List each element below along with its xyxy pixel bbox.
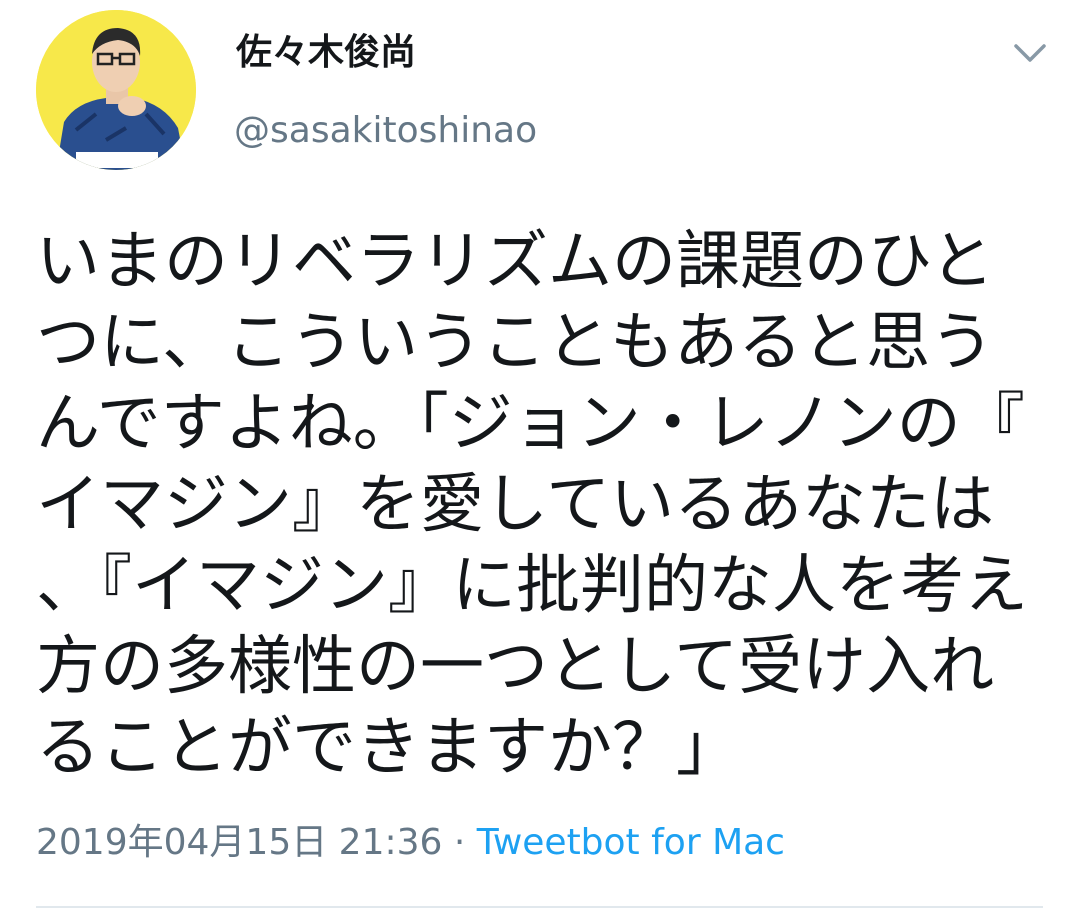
avatar[interactable] <box>36 10 196 170</box>
display-name[interactable]: 佐々木俊尚 <box>236 28 416 78</box>
chevron-down-icon[interactable] <box>1010 36 1050 68</box>
tweet-card: 佐々木俊尚 @sasakitoshinao いまのリベラリズムの課題のひとつに、… <box>0 0 1079 920</box>
tweet-timestamp[interactable]: 2019年04月15日 21:36 <box>36 822 442 863</box>
tweet-text: いまのリベラリズムの課題のひとつに、こういうこともあると思うんですよね。「ジョン… <box>36 225 1028 785</box>
tweet-meta: 2019年04月15日 21:36 · Tweetbot for Mac <box>36 818 785 868</box>
tweet-source-link[interactable]: Tweetbot for Mac <box>477 822 785 863</box>
user-handle[interactable]: @sasakitoshinao <box>234 106 537 156</box>
avatar-illustration <box>36 10 196 170</box>
divider <box>36 906 1043 908</box>
meta-separator: · <box>453 822 466 863</box>
